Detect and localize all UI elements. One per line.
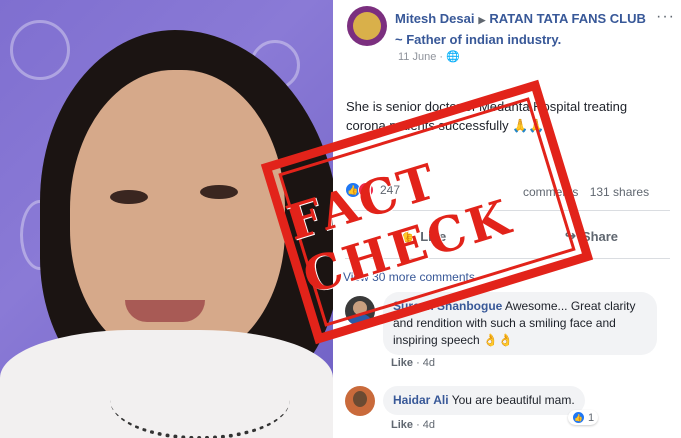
comment-like-link[interactable]: Like	[391, 357, 413, 369]
comment-meta: Like · 4d	[391, 419, 436, 431]
comment-time[interactable]: 4d	[423, 357, 435, 369]
arrow-right-icon: ▶	[478, 15, 486, 25]
eye	[110, 190, 148, 204]
like-reaction-icon: 👍	[572, 411, 585, 424]
more-options-icon[interactable]: ···	[656, 8, 675, 26]
necklace	[110, 360, 290, 438]
eye	[200, 185, 238, 199]
commenter-avatar[interactable]	[345, 386, 375, 416]
comment-bubble: Haidar Ali You are beautiful mam.	[383, 386, 585, 415]
author-name[interactable]: Mitesh Desai	[395, 11, 474, 26]
comment-like-link[interactable]: Like	[391, 419, 413, 431]
author-avatar[interactable]	[347, 6, 387, 46]
smile	[125, 300, 205, 322]
commenter-name[interactable]: Haidar Ali	[393, 393, 449, 407]
post-header: Mitesh Desai ▶ RATAN TATA FANS CLUB ~ Fath…	[395, 9, 655, 49]
comment-time[interactable]: 4d	[423, 419, 435, 431]
comment-text: You are beautiful mam.	[451, 393, 575, 407]
comment-meta: Like · 4d	[391, 357, 436, 369]
globe-icon: 🌐	[446, 51, 460, 63]
wallpaper-pattern	[10, 20, 70, 80]
post-date[interactable]: 11 June	[398, 51, 436, 63]
comment-reaction-count[interactable]: 👍 1	[568, 410, 599, 425]
shares-count[interactable]: 131 shares	[590, 185, 649, 199]
post-meta: 11 June · 🌐	[398, 51, 460, 63]
screenshot: Mitesh Desai ▶ RATAN TATA FANS CLUB ~ Fath…	[0, 0, 681, 438]
